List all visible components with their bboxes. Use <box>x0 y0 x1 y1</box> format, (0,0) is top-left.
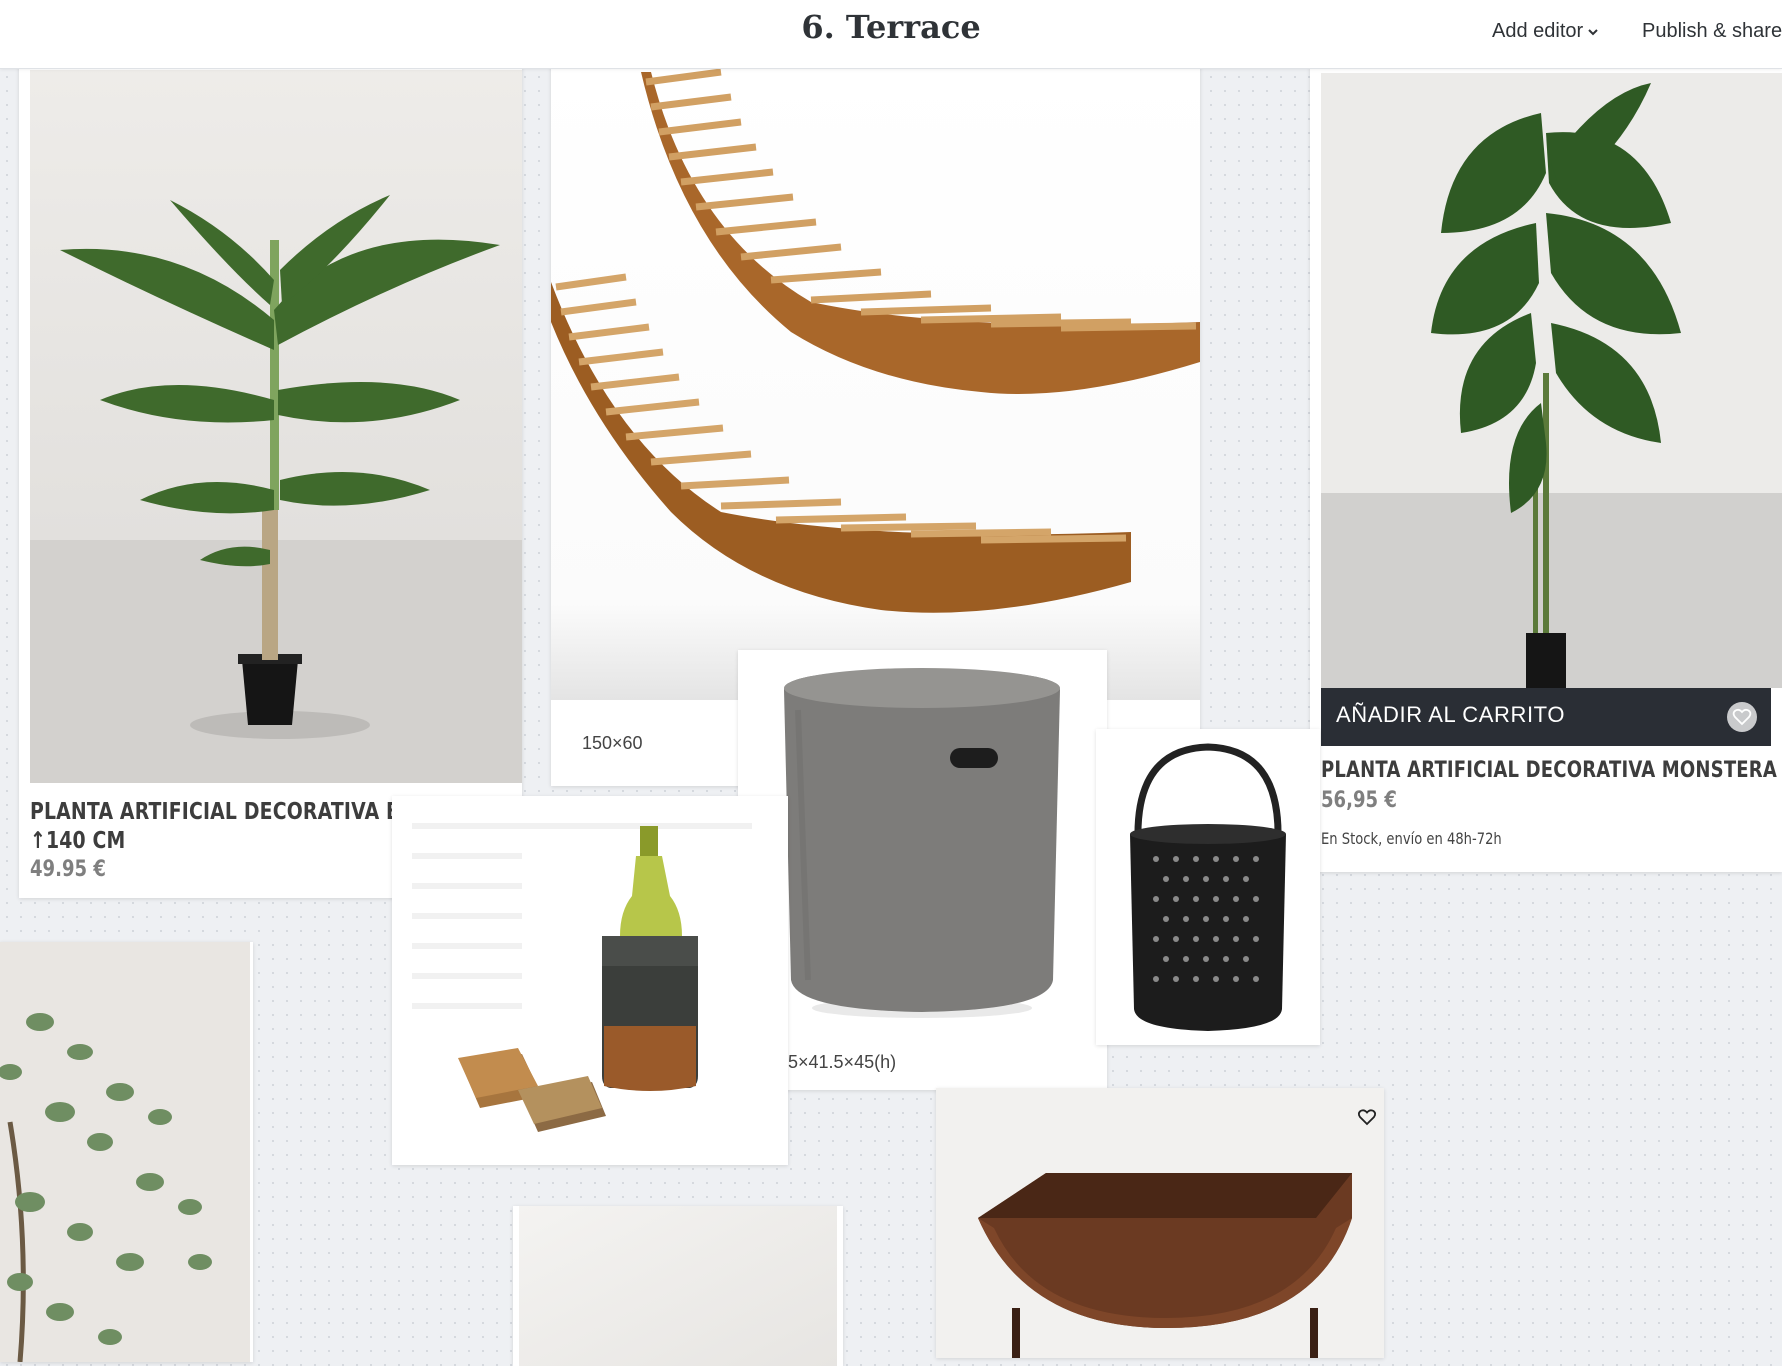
top-bar: 6. Terrace Add editor Publish & share <box>0 0 1782 69</box>
add-to-cart-label: AÑADIR AL CARRITO <box>1336 702 1566 727</box>
banana-plant-price: 49.95 € <box>30 857 106 882</box>
add-editor-label: Add editor <box>1492 20 1584 42</box>
chevron-down-icon <box>1588 29 1598 36</box>
mirror-card[interactable] <box>513 1206 843 1366</box>
lounger-dimensions: 150×60 <box>582 733 643 753</box>
eucalyptus-image[interactable] <box>0 942 250 1362</box>
mirror-image[interactable] <box>519 1206 837 1366</box>
heart-icon <box>1732 708 1752 726</box>
wine-cooler-image[interactable] <box>392 796 788 1165</box>
lantern-image[interactable] <box>1096 729 1320 1045</box>
lantern-card[interactable] <box>1096 729 1320 1045</box>
monstera-card[interactable]: AÑADIR AL CARRITO PLANTA ARTIFICIAL DECO… <box>1310 66 1782 872</box>
stool-card[interactable]: .5×41.5×45(h) <box>738 650 1107 1090</box>
monstera-price: 56,95 € <box>1321 788 1397 813</box>
monstera-image[interactable] <box>1321 73 1782 688</box>
publish-share-button[interactable]: Publish & share <box>1642 20 1782 43</box>
stool-dimensions: .5×41.5×45(h) <box>783 1052 897 1072</box>
add-editor-button[interactable]: Add editor <box>1492 20 1599 43</box>
fire-pit-image[interactable] <box>936 1088 1384 1358</box>
banana-plant-height: ↑140 CM <box>30 828 126 854</box>
banana-plant-image[interactable] <box>30 70 522 783</box>
monstera-stock: En Stock, envío en 48h-72h <box>1321 829 1502 848</box>
lounger-image[interactable] <box>551 62 1200 700</box>
banana-plant-card[interactable]: PLANTA ARTIFICIAL DECORATIVA BANANEI ↑14… <box>19 62 522 898</box>
stool-image[interactable] <box>738 650 1107 1055</box>
heart-outline-icon <box>1357 1109 1377 1126</box>
wine-cooler-card[interactable] <box>392 796 788 1165</box>
eucalyptus-card[interactable] <box>0 942 253 1362</box>
fire-pit-card[interactable] <box>936 1088 1384 1358</box>
monstera-title[interactable]: PLANTA ARTIFICIAL DECORATIVA MONSTERA <box>1321 758 1777 783</box>
add-to-cart-button[interactable]: AÑADIR AL CARRITO <box>1321 688 1771 746</box>
wishlist-heart-button[interactable] <box>1356 1106 1378 1128</box>
favorite-button[interactable] <box>1727 702 1757 732</box>
